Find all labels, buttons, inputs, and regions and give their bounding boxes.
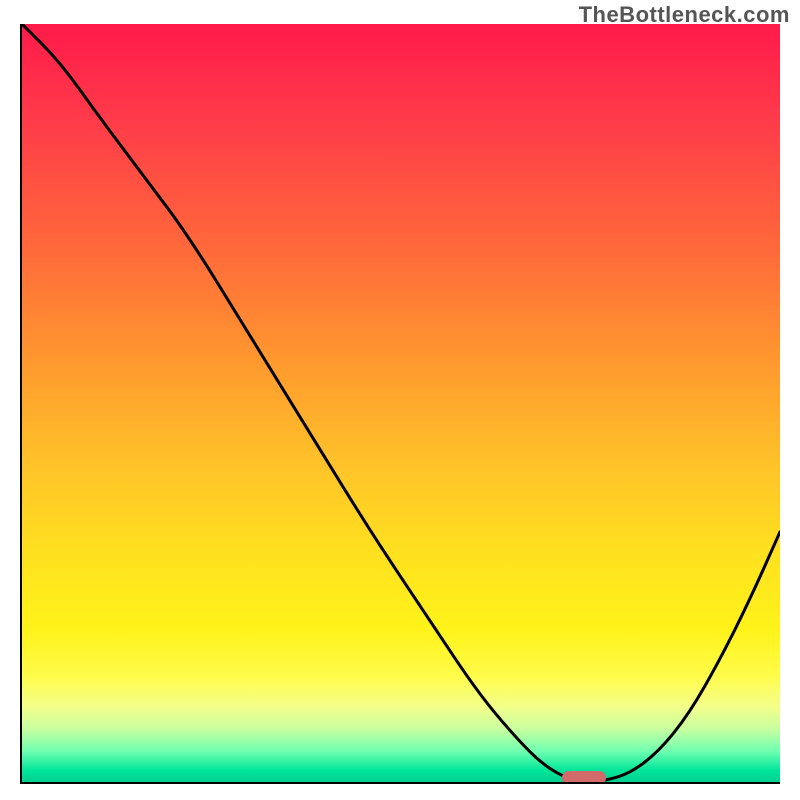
curve-path xyxy=(22,24,780,782)
watermark-text: TheBottleneck.com xyxy=(579,2,790,28)
plot-area xyxy=(20,24,780,784)
chart-container: TheBottleneck.com xyxy=(0,0,800,800)
bottleneck-curve xyxy=(22,24,780,782)
minimum-marker xyxy=(562,771,606,784)
